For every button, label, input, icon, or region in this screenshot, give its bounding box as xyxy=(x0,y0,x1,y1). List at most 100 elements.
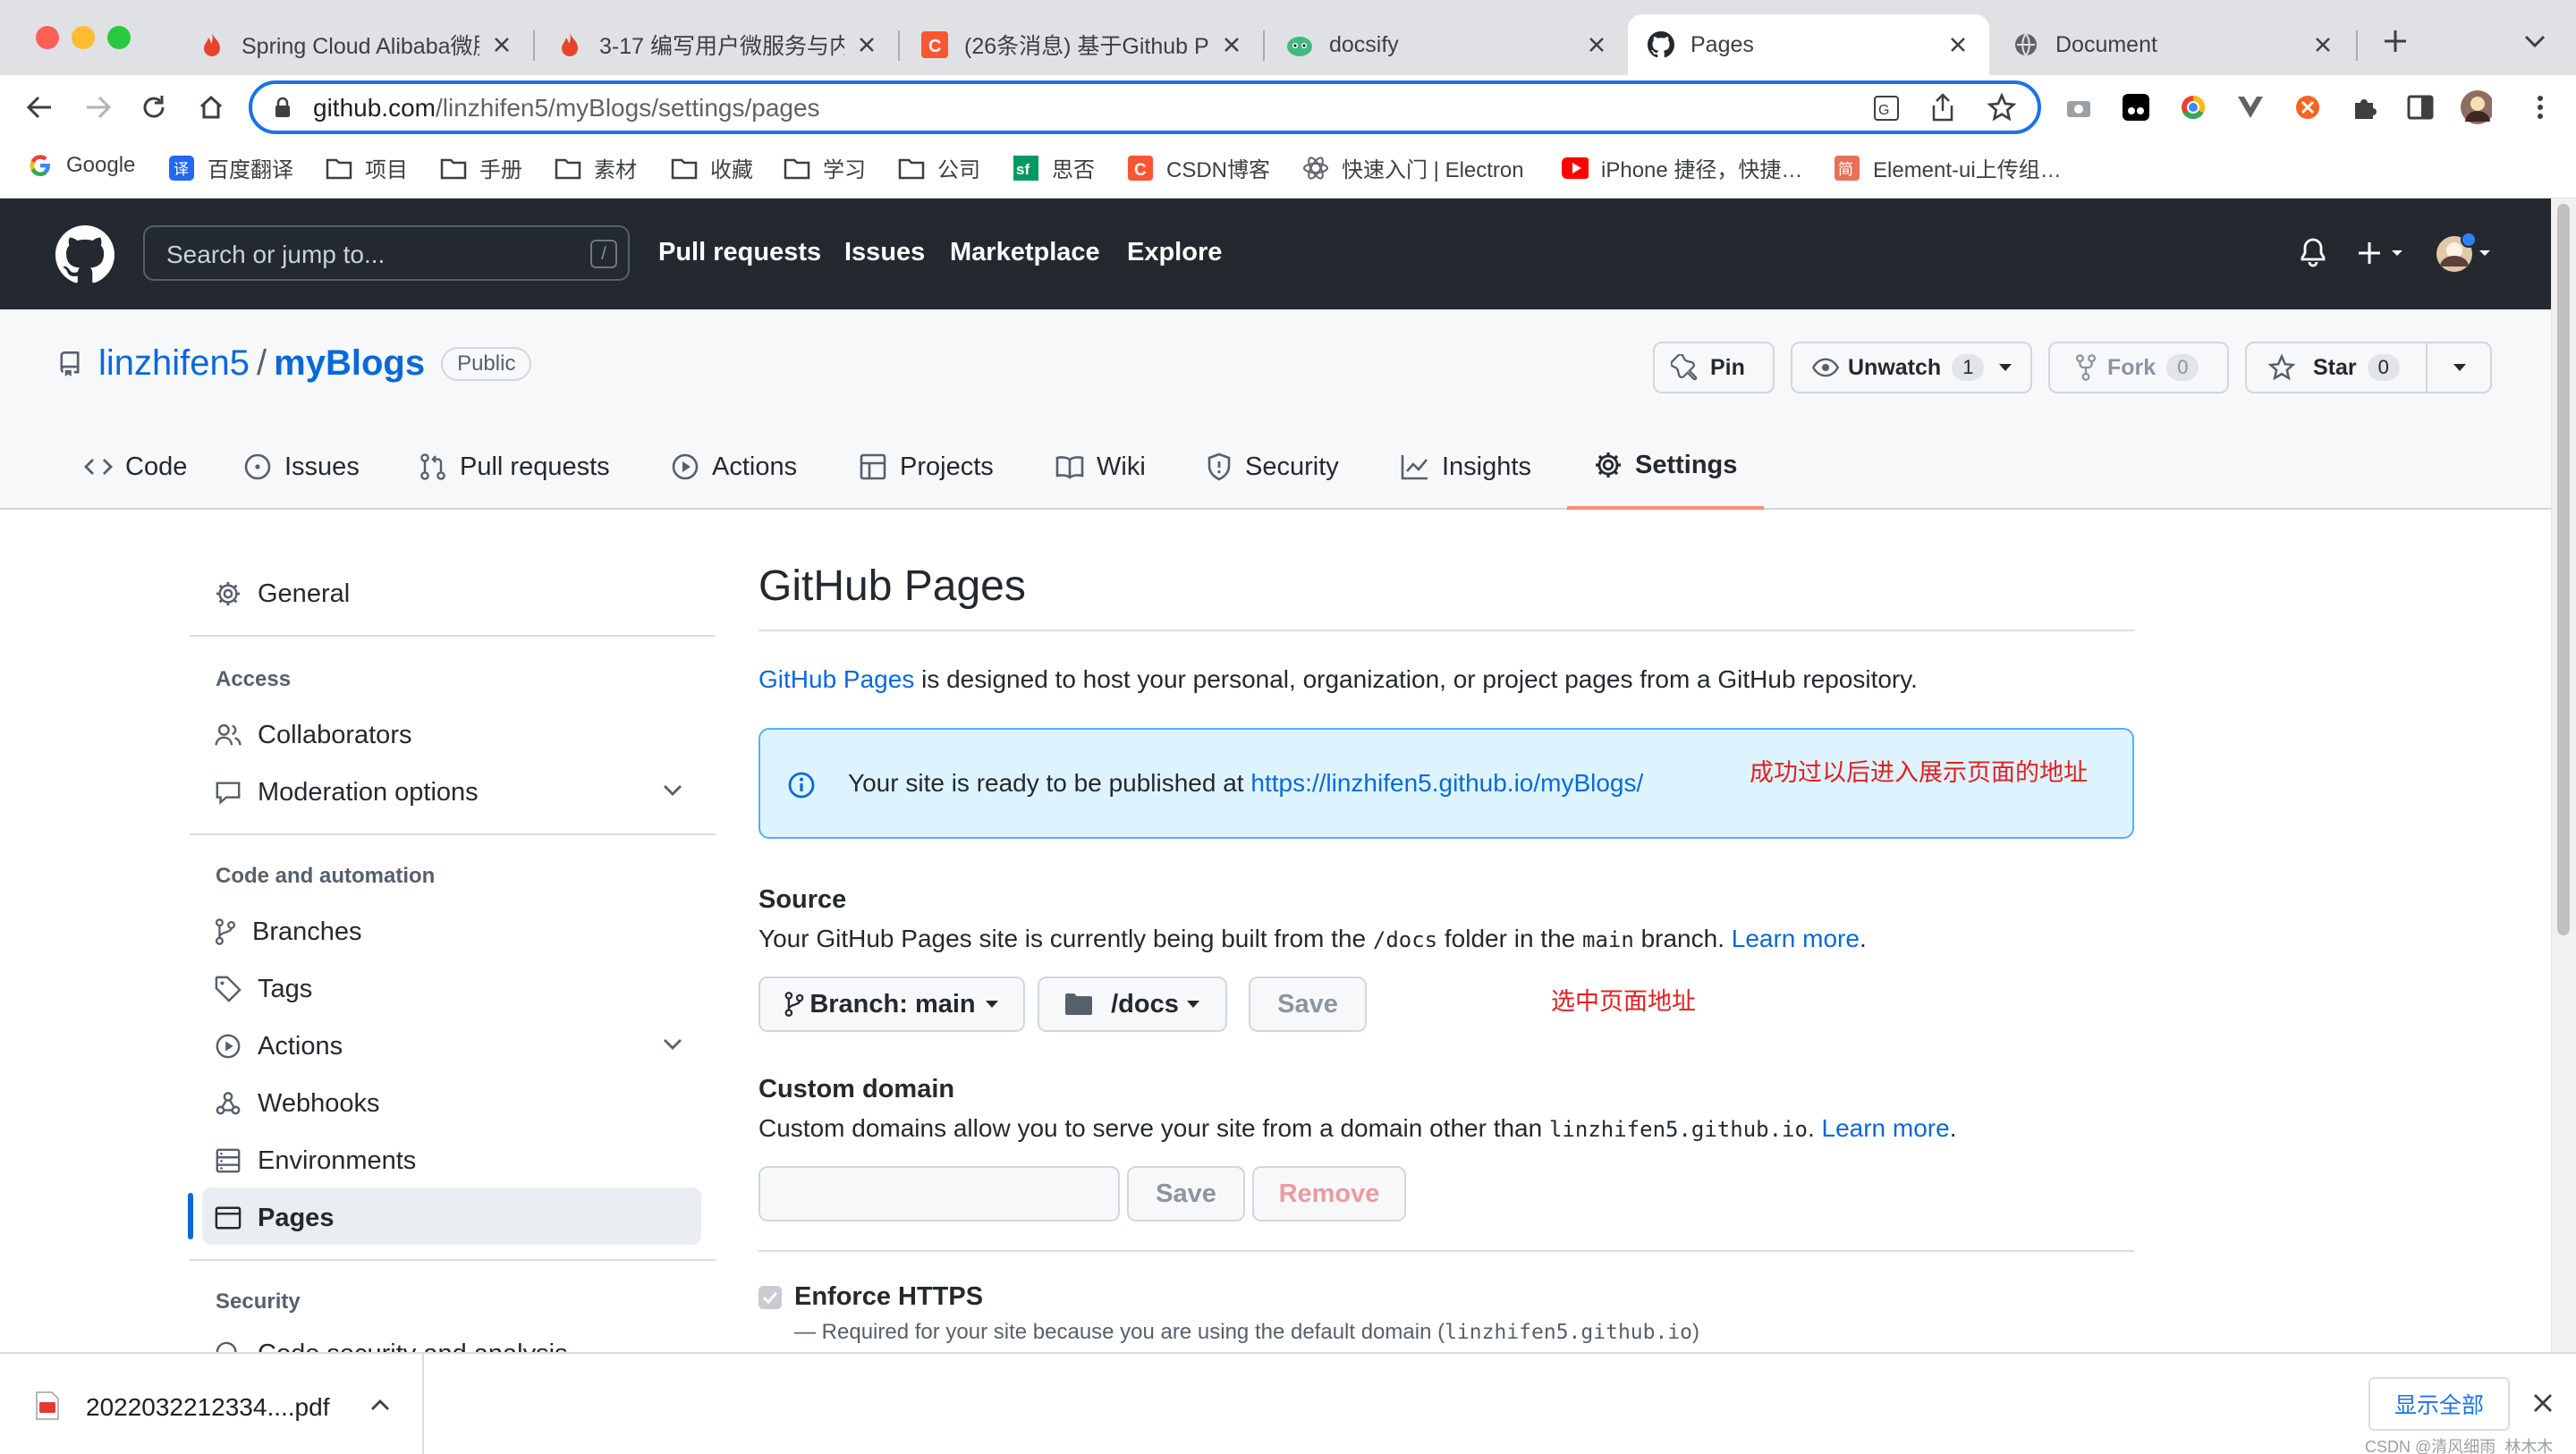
github-logo-icon[interactable] xyxy=(55,225,114,284)
star-button[interactable]: Star 0 xyxy=(2245,342,2492,393)
page-scrollbar[interactable] xyxy=(2551,199,2576,1352)
tab-wiki[interactable]: Wiki xyxy=(1055,424,1146,510)
browser-menu-icon[interactable] xyxy=(2524,91,2556,123)
tab-projects[interactable]: Projects xyxy=(859,424,994,510)
browser-tab-4[interactable]: docsify xyxy=(1267,14,1628,75)
sidebar-item-actions[interactable]: Actions xyxy=(215,1021,343,1071)
maximize-window-button[interactable] xyxy=(107,26,131,49)
browser-tab-5-active[interactable]: Pages xyxy=(1628,14,1989,75)
back-icon[interactable] xyxy=(23,91,55,123)
bookmark-folder-manual[interactable]: 手册 xyxy=(440,152,522,183)
tab-settings[interactable]: Settings xyxy=(1567,424,1765,510)
custom-domain-remove-button[interactable]: Remove xyxy=(1252,1166,1406,1222)
address-bar[interactable]: github.com/linzhifen5/myBlogs/settings/p… xyxy=(249,80,2041,134)
close-icon[interactable] xyxy=(855,33,878,56)
close-download-bar-icon[interactable] xyxy=(2533,1393,2553,1413)
bookmark-star-icon[interactable] xyxy=(1987,93,2016,122)
unwatch-button[interactable]: Unwatch 1 xyxy=(1791,342,2032,393)
bookmark-google[interactable]: Google xyxy=(27,152,135,179)
folder-select-button[interactable]: /docs xyxy=(1038,976,1227,1032)
extension-chrome-icon[interactable] xyxy=(2177,91,2209,123)
tab-pull-requests[interactable]: Pull requests xyxy=(419,424,610,510)
close-icon[interactable] xyxy=(490,33,513,56)
chevron-down-icon[interactable] xyxy=(662,1037,683,1052)
sidebar-item-environments[interactable]: Environments xyxy=(215,1136,416,1186)
close-icon[interactable] xyxy=(2311,33,2334,56)
new-tab-button[interactable] xyxy=(2383,29,2408,54)
bookmark-folder-company[interactable]: 公司 xyxy=(898,152,980,183)
chevron-up-icon[interactable] xyxy=(370,1399,390,1411)
custom-domain-input[interactable] xyxy=(758,1166,1120,1222)
close-window-button[interactable] xyxy=(36,26,59,49)
download-item[interactable]: 2022032212334....pdf xyxy=(0,1354,424,1454)
close-icon[interactable] xyxy=(1220,33,1243,56)
bookmark-folder-assets[interactable]: 素材 xyxy=(555,152,637,183)
tab-code[interactable]: Code xyxy=(84,424,187,510)
forward-icon[interactable] xyxy=(82,91,114,123)
tab-actions[interactable]: Actions xyxy=(671,424,797,510)
pin-button[interactable]: Pin xyxy=(1653,342,1775,393)
tab-issues[interactable]: Issues xyxy=(243,424,360,510)
chevron-down-icon[interactable] xyxy=(662,783,683,798)
home-icon[interactable] xyxy=(195,91,227,123)
side-panel-icon[interactable] xyxy=(2404,91,2436,123)
bookmark-folder-favorites[interactable]: 收藏 xyxy=(671,152,753,183)
profile-avatar[interactable] xyxy=(2460,90,2492,124)
extension-orange-icon[interactable] xyxy=(2292,91,2324,123)
bookmark-csdn[interactable]: C CSDN博客 xyxy=(1127,152,1270,183)
bookmark-baidu-translate[interactable]: 译 百度翻译 xyxy=(168,152,293,183)
bell-icon[interactable] xyxy=(2299,238,2327,268)
translate-icon[interactable]: G xyxy=(1873,95,1900,122)
close-icon[interactable] xyxy=(1946,33,1970,56)
github-pages-link[interactable]: GitHub Pages xyxy=(758,665,914,693)
nav-pull-requests[interactable]: Pull requests xyxy=(658,238,821,267)
share-icon[interactable] xyxy=(1930,93,1955,122)
custom-learn-more-link[interactable]: Learn more xyxy=(1822,1114,1950,1142)
reload-icon[interactable] xyxy=(138,91,170,123)
fork-button[interactable]: Fork 0 xyxy=(2048,342,2229,393)
nav-explore[interactable]: Explore xyxy=(1127,238,1222,267)
branch-select-button[interactable]: Branch: main xyxy=(758,976,1025,1032)
source-learn-more-link[interactable]: Learn more xyxy=(1732,925,1860,952)
tab-search-chevron-icon[interactable] xyxy=(2524,34,2546,48)
extension-vue-icon[interactable] xyxy=(2234,91,2267,123)
sidebar-item-pages[interactable]: Pages xyxy=(215,1193,334,1243)
sidebar-item-collaborators[interactable]: Collaborators xyxy=(215,710,411,760)
browser-tab-3[interactable]: C (26条消息) 基于Github Pa xyxy=(902,14,1263,75)
user-avatar[interactable] xyxy=(2433,231,2496,275)
bookmark-element-ui[interactable]: 简 Element-ui上传组… xyxy=(1834,152,2062,183)
nav-issues[interactable]: Issues xyxy=(844,238,925,267)
published-site-link[interactable]: https://linzhifen5.github.io/myBlogs/ xyxy=(1250,769,1643,797)
star-list-caret-icon[interactable] xyxy=(2453,363,2467,372)
repo-name-link[interactable]: myBlogs xyxy=(274,343,425,384)
camera-icon[interactable] xyxy=(2063,91,2095,123)
close-icon[interactable] xyxy=(1585,33,1608,56)
create-new-plus-icon[interactable] xyxy=(2358,240,2408,266)
tab-security[interactable]: Security xyxy=(1206,424,1339,510)
bookmark-segmentfault[interactable]: sf 思否 xyxy=(1013,152,1095,183)
bookmark-iphone[interactable]: iPhone 捷径，快捷… xyxy=(1562,152,1802,183)
extensions-puzzle-icon[interactable] xyxy=(2349,91,2381,123)
browser-tab-6[interactable]: Document xyxy=(1993,14,2354,75)
bookmark-folder-projects[interactable]: 项目 xyxy=(326,152,408,183)
sidebar-item-branches[interactable]: Branches xyxy=(215,907,362,957)
github-search-input[interactable]: Search or jump to... / xyxy=(143,225,630,281)
nav-marketplace[interactable]: Marketplace xyxy=(950,238,1100,267)
bookmark-folder-study[interactable]: 学习 xyxy=(784,152,866,183)
enforce-https-checkbox[interactable] xyxy=(758,1286,782,1309)
source-save-button[interactable]: Save xyxy=(1249,976,1367,1032)
bookmark-electron[interactable]: 快速入门 | Electron xyxy=(1302,152,1524,183)
tab-insights[interactable]: Insights xyxy=(1401,424,1531,510)
scrollbar-thumb[interactable] xyxy=(2557,204,2570,935)
show-all-downloads-button[interactable]: 显示全部 xyxy=(2368,1377,2510,1431)
browser-tab-2[interactable]: 3-17 编写用户微服务与内 xyxy=(537,14,898,75)
sidebar-item-tags[interactable]: Tags xyxy=(215,964,312,1014)
sidebar-item-general[interactable]: General xyxy=(215,569,350,619)
extension-tampermonkey-icon[interactable] xyxy=(2120,91,2152,123)
custom-domain-save-button[interactable]: Save xyxy=(1127,1166,1245,1222)
sidebar-item-webhooks[interactable]: Webhooks xyxy=(215,1078,380,1129)
repo-owner-link[interactable]: linzhifen5 xyxy=(98,343,250,384)
browser-tab-1[interactable]: Spring Cloud Alibaba微服 xyxy=(179,14,533,75)
sidebar-item-moderation[interactable]: Moderation options xyxy=(215,767,479,817)
minimize-window-button[interactable] xyxy=(72,26,95,49)
